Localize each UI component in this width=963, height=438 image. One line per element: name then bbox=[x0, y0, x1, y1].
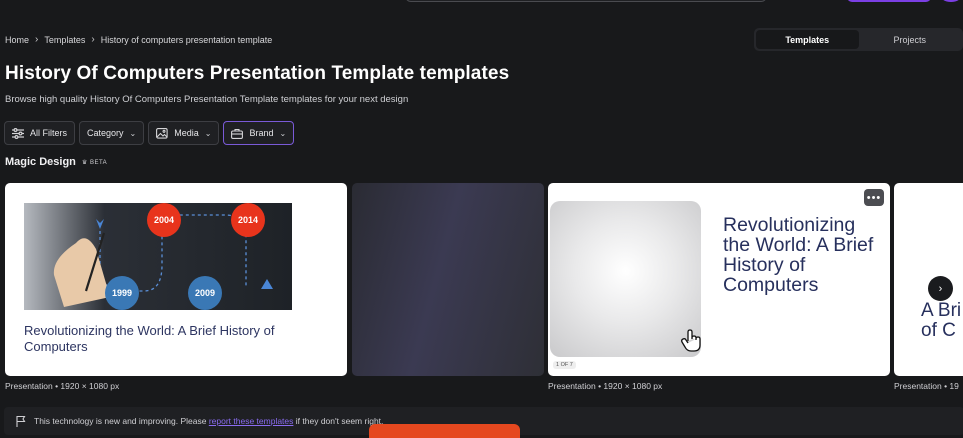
media-icon bbox=[156, 127, 168, 139]
template-card-loading[interactable] bbox=[352, 183, 544, 376]
breadcrumb-current: History of computers presentation templa… bbox=[100, 34, 273, 45]
template-card[interactable]: Revolutionizing the World: A Brief Histo… bbox=[548, 183, 890, 376]
card-caption: Presentation • 1920 × 1080 px bbox=[548, 381, 663, 391]
beta-badge: ♛ BETA bbox=[81, 159, 108, 166]
carousel-next-button[interactable]: › bbox=[928, 276, 953, 301]
breadcrumb: Home › Templates › History of computers … bbox=[5, 34, 272, 45]
magic-design-title: Magic Design bbox=[5, 156, 76, 168]
media-label: Media bbox=[174, 128, 199, 138]
sliders-icon bbox=[12, 127, 24, 139]
tab-projects[interactable]: Projects bbox=[859, 30, 962, 49]
chevron-down-icon: ⌄ bbox=[279, 128, 287, 138]
category-label: Category bbox=[87, 128, 124, 138]
floating-action-button[interactable] bbox=[369, 424, 520, 438]
page-subtitle: Browse high quality History Of Computers… bbox=[5, 94, 409, 105]
notice-text: This technology is new and improving. Pl… bbox=[34, 416, 383, 426]
template-card[interactable]: A Bri of C bbox=[894, 183, 963, 376]
media-dropdown[interactable]: Media ⌄ bbox=[148, 121, 220, 145]
more-options-button[interactable]: ••• bbox=[864, 189, 884, 206]
breadcrumb-templates[interactable]: Templates bbox=[44, 35, 85, 45]
report-templates-link[interactable]: report these templates bbox=[209, 416, 294, 426]
brand-label: Brand bbox=[249, 128, 274, 138]
all-filters-button[interactable]: All Filters bbox=[4, 121, 76, 145]
template-card[interactable]: 2004 2014 1999 2009 Revolutionizing the … bbox=[5, 183, 347, 376]
year-badge: 2004 bbox=[147, 203, 181, 237]
timeline-image: 2004 2014 1999 2009 bbox=[24, 203, 292, 310]
tab-templates[interactable]: Templates bbox=[756, 30, 859, 49]
card-title: Revolutionizing the World: A Brief Histo… bbox=[24, 323, 275, 354]
card-title: Revolutionizing the World: A Brief Histo… bbox=[723, 214, 874, 296]
chevron-right-icon: › bbox=[91, 34, 95, 45]
brand-dropdown[interactable]: Brand ⌄ bbox=[223, 121, 295, 145]
create-design-button[interactable] bbox=[847, 0, 931, 2]
search-input[interactable] bbox=[405, 0, 767, 2]
briefcase-icon bbox=[231, 128, 244, 139]
card-caption: Presentation • 19 bbox=[894, 381, 959, 391]
category-dropdown[interactable]: Category ⌄ bbox=[79, 121, 145, 145]
year-badge: 2014 bbox=[231, 203, 265, 237]
page-indicator: 1 OF 7 bbox=[553, 361, 576, 369]
all-filters-label: All Filters bbox=[30, 128, 68, 138]
flag-icon bbox=[16, 415, 26, 427]
chevron-right-icon: › bbox=[35, 34, 39, 45]
chevron-down-icon: ⌄ bbox=[204, 128, 212, 138]
hand-cursor-icon bbox=[681, 329, 701, 352]
beta-badge-label: BETA bbox=[89, 159, 108, 166]
avatar[interactable] bbox=[940, 0, 962, 2]
year-badge: 1999 bbox=[105, 276, 139, 310]
filter-bar: All Filters Category ⌄ Media ⌄ Brand ⌄ bbox=[4, 121, 295, 145]
content-type-toggle: Templates Projects bbox=[754, 28, 963, 51]
magic-design-header: Magic Design ♛ BETA bbox=[5, 156, 107, 168]
chevron-down-icon: ⌄ bbox=[129, 128, 137, 138]
year-badge: 2009 bbox=[188, 276, 222, 310]
page-title: History Of Computers Presentation Templa… bbox=[5, 63, 510, 84]
card-caption: Presentation • 1920 × 1080 px bbox=[5, 381, 120, 391]
breadcrumb-home[interactable]: Home bbox=[5, 35, 29, 45]
notice-prefix: This technology is new and improving. Pl… bbox=[34, 416, 207, 426]
card-title: A Bri of C bbox=[921, 300, 962, 341]
template-thumbnail bbox=[550, 201, 701, 357]
chevron-right-icon: › bbox=[938, 282, 943, 295]
